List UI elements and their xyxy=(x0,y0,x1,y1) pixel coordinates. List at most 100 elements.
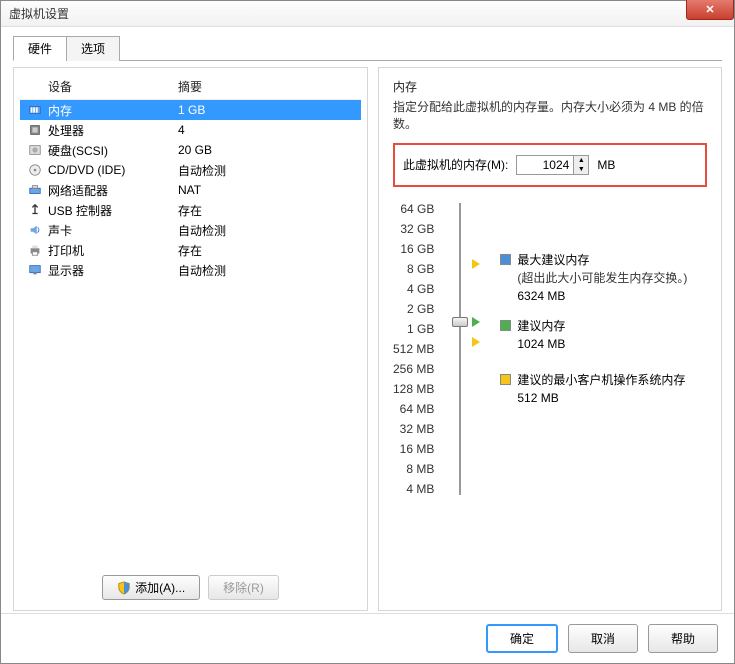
window-title: 虚拟机设置 xyxy=(9,5,69,22)
ok-button[interactable]: 确定 xyxy=(486,624,558,653)
device-name: 打印机 xyxy=(48,242,178,259)
device-name: CD/DVD (IDE) xyxy=(48,163,178,177)
disk-icon xyxy=(26,143,44,157)
device-summary: 存在 xyxy=(178,202,202,219)
device-summary: 4 xyxy=(178,123,185,137)
spin-down-icon[interactable]: ▼ xyxy=(574,165,588,174)
device-row-disk[interactable]: 硬盘(SCSI)20 GB xyxy=(20,140,361,160)
device-row-cd[interactable]: CD/DVD (IDE)自动检测 xyxy=(20,160,361,180)
legend-min-value: 512 MB xyxy=(517,389,707,407)
tick-label: 8 MB xyxy=(406,459,440,479)
device-row-display[interactable]: 显示器自动检测 xyxy=(20,260,361,280)
device-name: 显示器 xyxy=(48,262,178,279)
device-name: 处理器 xyxy=(48,122,178,139)
col-device: 设备 xyxy=(48,78,178,95)
dialog-footer: 确定 取消 帮助 xyxy=(1,613,734,663)
device-name: 声卡 xyxy=(48,222,178,239)
legend-max-value: 6324 MB xyxy=(517,287,707,305)
spinner-buttons[interactable]: ▲▼ xyxy=(573,156,588,174)
tick-label: 32 MB xyxy=(400,419,441,439)
tab-options[interactable]: 选项 xyxy=(66,36,120,61)
device-name: 网络适配器 xyxy=(48,182,178,199)
tick-label: 16 GB xyxy=(400,239,440,259)
memory-panel: 内存 指定分配给此虚拟机的内存量。内存大小必须为 4 MB 的倍数。 此虚拟机的… xyxy=(378,67,722,611)
tick-label: 16 MB xyxy=(400,439,441,459)
legend-min: 建议的最小客户机操作系统内存 512 MB xyxy=(500,371,707,407)
tick-label: 64 GB xyxy=(400,199,440,219)
tick-label: 512 MB xyxy=(393,339,440,359)
device-summary: 20 GB xyxy=(178,143,212,157)
remove-button: 移除(R) xyxy=(208,575,279,600)
device-row-memory[interactable]: 内存1 GB xyxy=(20,100,361,120)
tick-label: 4 GB xyxy=(407,279,440,299)
device-row-printer[interactable]: 打印机存在 xyxy=(20,240,361,260)
close-button[interactable] xyxy=(686,0,734,20)
tick-label: 256 MB xyxy=(393,359,440,379)
vm-settings-window: 虚拟机设置 硬件 选项 设备 摘要 内存1 GB处理器4硬盘(SCSI)20 G… xyxy=(0,0,735,664)
sound-icon xyxy=(26,223,44,237)
device-buttons: 添加(A)... 移除(R) xyxy=(20,565,361,604)
printer-icon xyxy=(26,243,44,257)
memory-input-row: 此虚拟机的内存(M): ▲▼ MB xyxy=(393,143,707,187)
help-button[interactable]: 帮助 xyxy=(648,624,718,653)
square-green-icon xyxy=(500,320,511,331)
legend-min-title: 建议的最小客户机操作系统内存 xyxy=(517,371,707,389)
memory-title: 内存 xyxy=(393,78,707,95)
device-row-cpu[interactable]: 处理器4 xyxy=(20,120,361,140)
tabs: 硬件 选项 xyxy=(13,35,722,61)
device-summary: 自动检测 xyxy=(178,262,226,279)
cancel-button[interactable]: 取消 xyxy=(568,624,638,653)
add-button[interactable]: 添加(A)... xyxy=(102,575,200,600)
slider-ticks: 64 GB32 GB16 GB8 GB4 GB2 GB1 GB512 MB256… xyxy=(393,199,440,499)
device-summary: NAT xyxy=(178,183,201,197)
device-row-sound[interactable]: 声卡自动检测 xyxy=(20,220,361,240)
memory-spinner[interactable]: ▲▼ xyxy=(516,155,589,175)
tick-label: 1 GB xyxy=(407,319,440,339)
display-icon xyxy=(26,263,44,277)
tick-label: 2 GB xyxy=(407,299,440,319)
track-line xyxy=(459,203,461,495)
device-row-net[interactable]: 网络适配器NAT xyxy=(20,180,361,200)
device-list-header: 设备 摘要 xyxy=(20,74,361,99)
legend-rec-value: 1024 MB xyxy=(517,335,707,353)
cd-icon xyxy=(26,163,44,177)
memory-input[interactable] xyxy=(517,156,573,174)
add-button-label: 添加(A)... xyxy=(135,579,185,596)
marker-rec-icon xyxy=(472,317,480,327)
device-summary: 1 GB xyxy=(178,103,205,117)
net-icon xyxy=(26,183,44,197)
tick-label: 64 MB xyxy=(400,399,441,419)
tick-label: 4 MB xyxy=(406,479,440,499)
titlebar: 虚拟机设置 xyxy=(1,1,734,27)
memory-label: 此虚拟机的内存(M): xyxy=(403,156,508,173)
device-summary: 存在 xyxy=(178,242,202,259)
device-panel: 设备 摘要 内存1 GB处理器4硬盘(SCSI)20 GBCD/DVD (IDE… xyxy=(13,67,368,611)
device-row-usb[interactable]: USB 控制器存在 xyxy=(20,200,361,220)
col-summary: 摘要 xyxy=(178,78,202,95)
memory-desc: 指定分配给此虚拟机的内存量。内存大小必须为 4 MB 的倍数。 xyxy=(393,99,707,133)
slider-thumb[interactable] xyxy=(452,317,468,327)
memory-icon xyxy=(26,103,44,117)
legend-rec-title: 建议内存 xyxy=(517,317,707,335)
legend-rec: 建议内存 1024 MB xyxy=(500,317,707,353)
shield-icon xyxy=(117,581,131,595)
marker-max-icon xyxy=(472,259,480,269)
memory-unit: MB xyxy=(597,158,615,172)
device-name: USB 控制器 xyxy=(48,202,178,219)
legend-max-title: 最大建议内存 xyxy=(517,251,707,269)
tick-label: 128 MB xyxy=(393,379,440,399)
marker-min-icon xyxy=(472,337,480,347)
memory-slider-area: 64 GB32 GB16 GB8 GB4 GB2 GB1 GB512 MB256… xyxy=(393,199,707,499)
slider-track[interactable] xyxy=(452,199,468,499)
memory-legend: 最大建议内存 (超出此大小可能发生内存交换。) 6324 MB 建议内存 102… xyxy=(480,199,707,499)
legend-max: 最大建议内存 (超出此大小可能发生内存交换。) 6324 MB xyxy=(500,251,707,305)
panels: 设备 摘要 内存1 GB处理器4硬盘(SCSI)20 GBCD/DVD (IDE… xyxy=(13,67,722,611)
dialog-body: 硬件 选项 设备 摘要 内存1 GB处理器4硬盘(SCSI)20 GBCD/DV… xyxy=(1,27,734,613)
device-summary: 自动检测 xyxy=(178,222,226,239)
spin-up-icon[interactable]: ▲ xyxy=(574,156,588,165)
tab-hardware[interactable]: 硬件 xyxy=(13,36,67,61)
device-list[interactable]: 内存1 GB处理器4硬盘(SCSI)20 GBCD/DVD (IDE)自动检测网… xyxy=(20,99,361,565)
square-blue-icon xyxy=(500,254,511,265)
usb-icon xyxy=(26,203,44,217)
device-summary: 自动检测 xyxy=(178,162,226,179)
